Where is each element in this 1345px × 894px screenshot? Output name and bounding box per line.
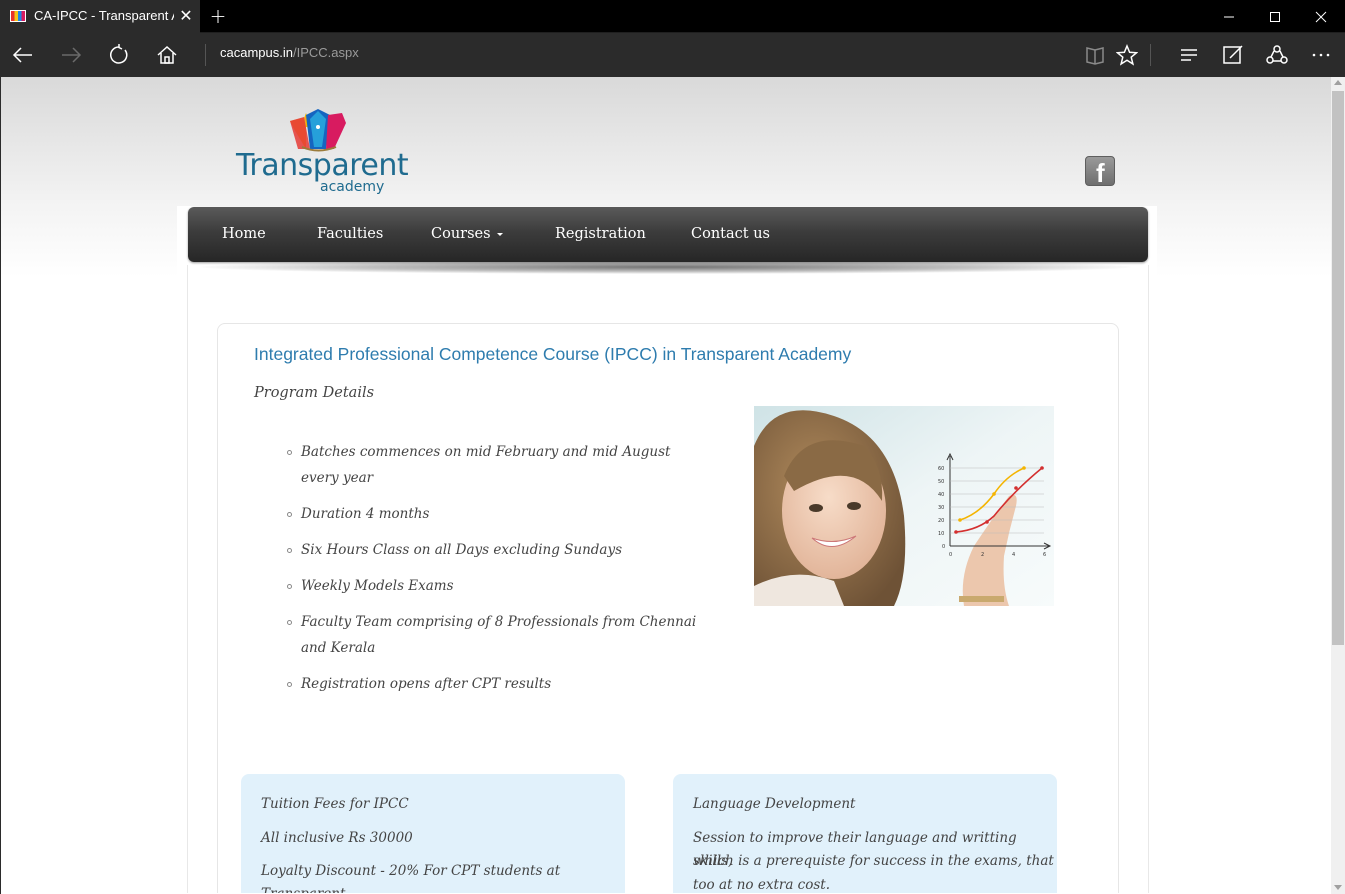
menu-item-registration[interactable]: Registration [555,225,646,243]
language-card-title: Language Development [693,796,856,812]
y-tick-label: 10 [938,531,944,537]
vertical-scrollbar[interactable] [1331,77,1345,894]
language-card: Language Development Session to improve … [673,774,1057,893]
y-tick-label: 50 [938,479,944,485]
logo-wordmark: Transparent [236,148,409,183]
close-window-button[interactable] [1298,0,1344,33]
hub-lines-icon [1181,49,1197,61]
url-host: cacampus.in [220,45,293,60]
y-tick-label: 60 [938,466,944,472]
url-path: /IPCC.aspx [292,45,359,60]
list-item: Registration opens after CPT results [287,671,707,697]
minimize-button[interactable] [1206,0,1252,33]
fees-card: Tuition Fees for IPCC All inclusive Rs 3… [241,774,625,893]
back-button[interactable] [8,40,38,70]
promo-photo: 60 50 40 30 20 10 0 0 2 4 6 [754,406,1054,606]
x-tick-label: 6 [1043,552,1046,558]
home-icon [157,45,177,64]
section-subheading: Program Details [254,385,375,401]
list-item: Batches commences on mid February and mi… [287,439,707,491]
list-item: Duration 4 months [287,501,707,527]
tab-title: CA-IPCC - Transparent A [34,8,174,23]
favorite-button[interactable] [1112,40,1142,70]
scroll-up-arrow-icon[interactable] [1334,80,1342,85]
menu-courses-label: Courses [431,226,491,242]
tab-close-icon[interactable]: ✕ [178,6,194,26]
x-tick-label: 4 [1012,552,1015,558]
language-card-line: which is a prerequiste for success in th… [693,853,1054,869]
menu-item-home[interactable]: Home [222,225,266,243]
list-item: Faculty Team comprising of 8 Professiona… [287,609,707,661]
scroll-thumb[interactable] [1332,91,1344,645]
site-logo[interactable]: Transparent academy [236,107,409,199]
back-arrow-icon [12,47,32,63]
web-note-button[interactable] [1218,40,1248,70]
facebook-icon[interactable]: f [1085,156,1115,188]
address-separator [205,44,206,66]
reading-view-button[interactable] [1080,40,1110,70]
fees-card-line: Loyalty Discount - 20% For CPT students … [261,863,561,879]
page-title: Integrated Professional Competence Cours… [254,344,852,364]
menu-item-courses[interactable]: Courses [431,225,503,243]
logo-subtitle: academy [320,179,385,195]
scroll-down-arrow-icon[interactable] [1334,885,1342,890]
fees-card-title: Tuition Fees for IPCC [261,796,409,812]
forward-arrow-icon [62,47,82,63]
maximize-button[interactable] [1252,0,1298,33]
new-tab-button[interactable]: + [208,5,228,27]
fees-card-line: All inclusive Rs 30000 [261,830,413,846]
woman-with-chart-illustration: 60 50 40 30 20 10 0 0 2 4 6 [754,406,1054,606]
ellipsis-icon [1312,53,1330,57]
address-bar[interactable]: cacampus.in/IPCC.aspx [220,45,359,60]
y-tick-label: 20 [938,518,944,524]
site-favicon-icon [10,10,26,22]
refresh-button[interactable] [104,40,134,70]
more-button[interactable] [1306,40,1336,70]
browser-toolbar: cacampus.in/IPCC.aspx [0,33,1345,77]
forward-button[interactable] [56,40,86,70]
fees-card-line: Transparent [261,883,345,893]
star-icon [1116,44,1138,66]
list-item: Weekly Models Exams [287,573,707,599]
share-icon [1266,45,1288,64]
minimize-icon [1224,16,1234,17]
book-icon [1086,47,1104,65]
home-button[interactable] [152,40,182,70]
language-card-line: too at no extra cost. [693,877,831,893]
menu-item-faculties[interactable]: Faculties [317,225,383,243]
pen-note-icon [1223,45,1243,64]
y-tick-label: 0 [942,544,945,550]
title-bar: CA-IPCC - Transparent A ✕ + [0,0,1345,33]
y-tick-label: 40 [938,492,944,498]
menu-shadow [201,260,1131,274]
share-button[interactable] [1262,40,1292,70]
browser-tab[interactable]: CA-IPCC - Transparent A ✕ [0,0,200,33]
program-details-list: Batches commences on mid February and mi… [287,439,707,707]
hub-button[interactable] [1174,40,1204,70]
close-icon [1315,11,1327,22]
menu-item-contact[interactable]: Contact us [691,225,770,243]
facebook-glyph: f [1096,158,1105,188]
caret-down-icon [496,232,503,236]
x-tick-label: 2 [981,552,984,558]
maximize-icon [1270,11,1280,22]
page-viewport: Transparent academy f Home Faculties Cou… [1,77,1331,893]
x-tick-label: 0 [949,552,952,558]
y-tick-label: 30 [938,505,944,511]
toolbar-separator [1150,44,1151,66]
main-menu: Home Faculties Courses Registration Cont… [188,207,1148,262]
list-item: Six Hours Class on all Days excluding Su… [287,537,707,563]
refresh-icon [110,44,128,64]
